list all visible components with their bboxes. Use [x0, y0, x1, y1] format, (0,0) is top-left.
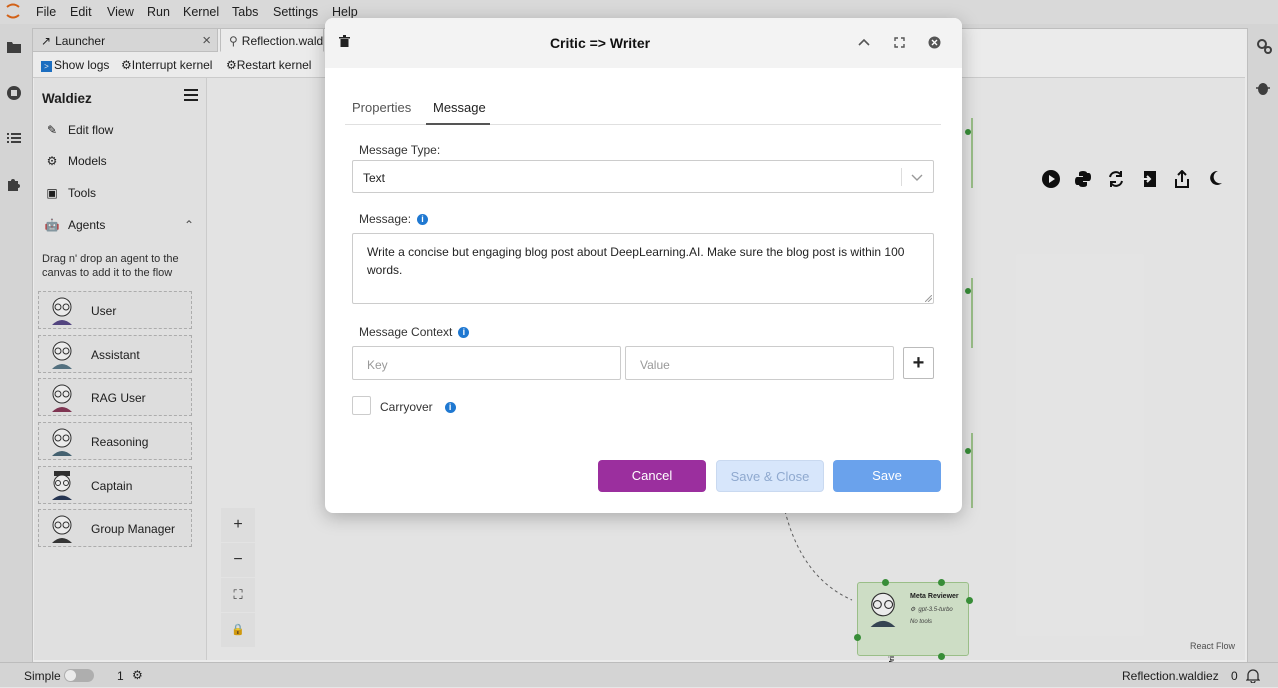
fullscreen-icon[interactable]: [894, 37, 905, 48]
resize-handle-icon[interactable]: [925, 295, 932, 302]
carryover-text: Carryover: [380, 400, 433, 414]
tab-properties[interactable]: Properties: [352, 100, 411, 115]
carryover-label: Carryover i: [380, 400, 456, 414]
modal-title: Critic => Writer: [549, 35, 651, 51]
save-button[interactable]: Save: [833, 460, 941, 492]
message-type-select[interactable]: Text: [352, 160, 934, 193]
active-tab-indicator: [426, 123, 490, 125]
value-placeholder: Value: [640, 358, 670, 372]
info-icon[interactable]: i: [458, 327, 470, 338]
context-value-input[interactable]: Value: [625, 346, 894, 380]
message-text: Write a concise but engaging blog post a…: [367, 245, 905, 277]
message-type-label: Message Type:: [359, 143, 441, 157]
close-icon[interactable]: [928, 36, 941, 49]
add-context-button[interactable]: +: [903, 347, 934, 379]
info-icon[interactable]: i: [417, 214, 429, 225]
key-placeholder: Key: [367, 358, 388, 372]
carryover-checkbox[interactable]: [352, 396, 371, 415]
context-key-input[interactable]: Key: [352, 346, 621, 380]
cancel-button[interactable]: Cancel: [598, 460, 706, 492]
tab-message[interactable]: Message: [433, 100, 486, 115]
chevron-down-icon[interactable]: [911, 174, 923, 181]
message-label: Message: i: [359, 212, 429, 226]
message-textarea[interactable]: Write a concise but engaging blog post a…: [352, 233, 934, 304]
edge-edit-modal: Critic => Writer Properties Message Mess…: [325, 18, 962, 513]
chevron-up-icon[interactable]: [858, 38, 870, 46]
message-context-label: Message Context i: [359, 325, 470, 339]
select-separator: [901, 168, 902, 186]
save-close-button[interactable]: Save & Close: [716, 460, 824, 492]
message-label-text: Message:: [359, 212, 412, 226]
message-context-text: Message Context: [359, 325, 453, 339]
modal-header: Critic => Writer: [325, 18, 962, 68]
info-icon[interactable]: i: [444, 402, 456, 413]
message-type-value: Text: [363, 171, 386, 185]
